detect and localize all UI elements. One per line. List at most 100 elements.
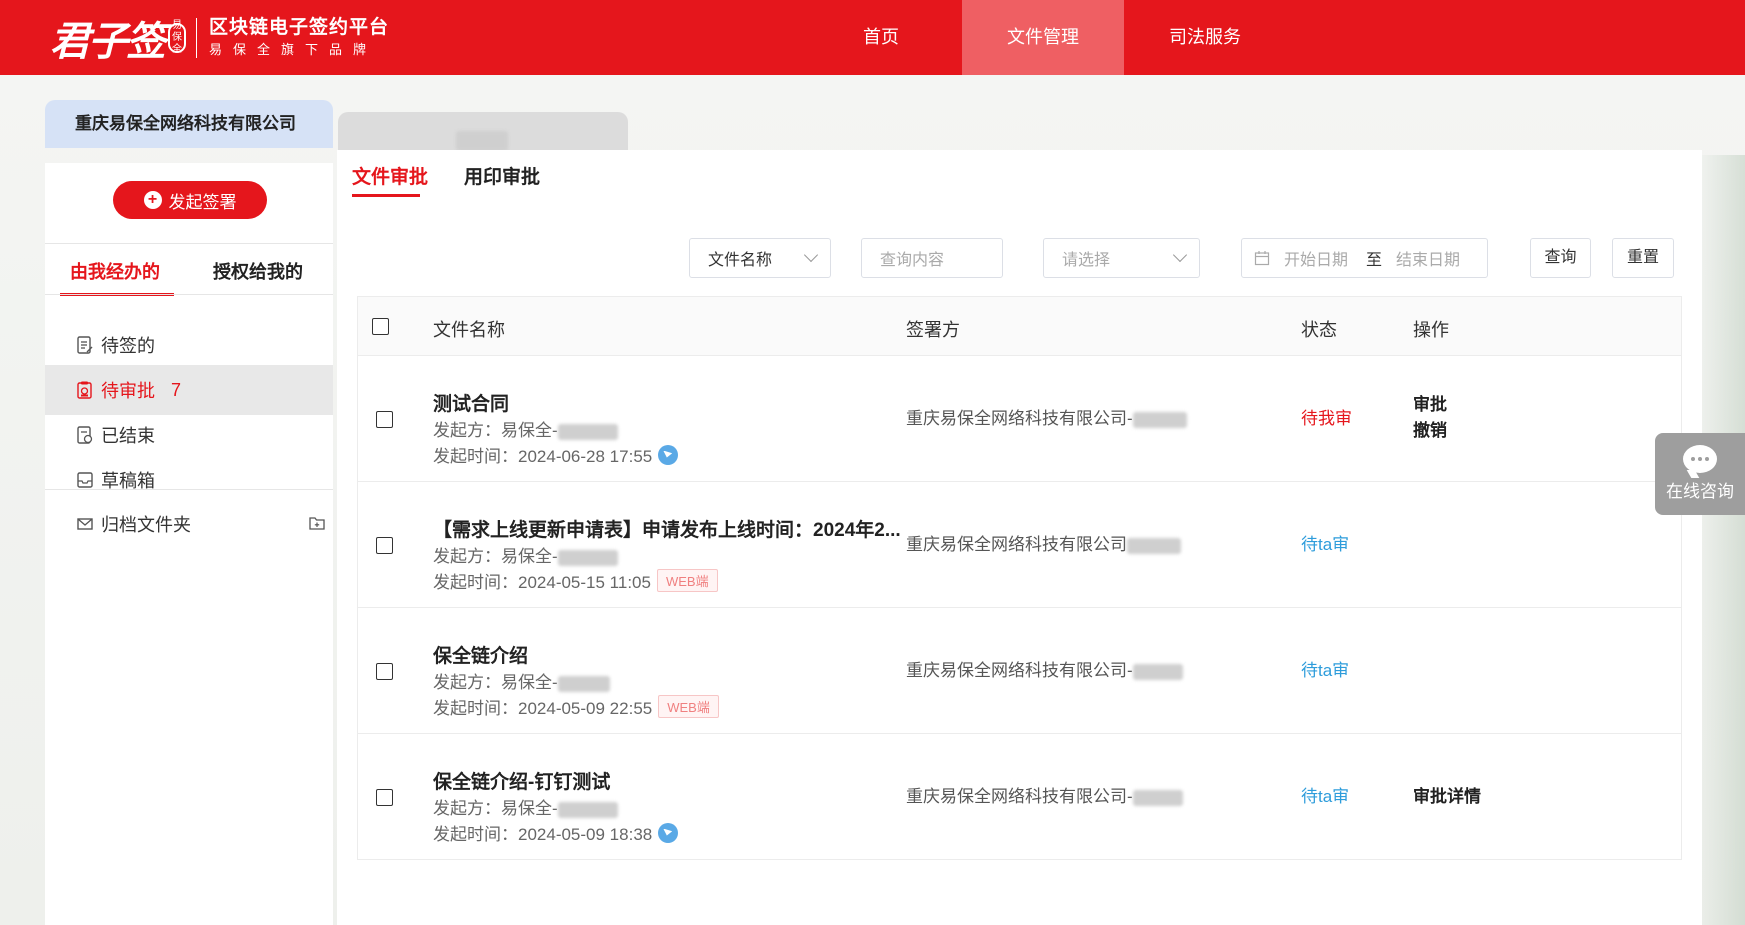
document-time: 发起时间：2024-06-28 17:55 [433,442,679,467]
approval-details-link[interactable]: 审批详情 [1413,782,1481,807]
sender-text: 发起方：易保全- [433,547,558,566]
row-checkbox[interactable] [376,411,393,428]
logo-divider [196,18,197,58]
tab-authorized-to-me[interactable]: 授权给我的 [213,258,303,284]
document-time: 发起时间：2024-05-15 11:05 WEB端 [433,568,718,593]
nav-home[interactable]: 首页 [800,0,962,75]
menu-item-label: 归档文件夹 [101,515,191,535]
tab-handled-by-me[interactable]: 由我经办的 [70,258,160,284]
company-tab-active[interactable]: 重庆易保全网络科技有限公司 [45,100,333,148]
main-panel: 文件审批 用印审批 文件名称 查询内容 请选择 开始日期 至 结束日期 查询 重… [337,150,1702,925]
new-sign-label: 发起签署 [168,192,237,212]
mail-icon [77,518,93,530]
field-select-value: 文件名称 [708,252,773,269]
document-sender: 发起方：易保全- [433,542,618,567]
document-sender: 发起方：易保全- [433,794,618,819]
menu-item-label: 待审批 [101,381,155,401]
status-badge: 待ta审 [1301,661,1350,680]
search-button[interactable]: 查询 [1530,238,1591,278]
column-header-name: 文件名称 [433,320,505,340]
reset-button[interactable]: 重置 [1612,238,1674,278]
divider [45,294,333,295]
menu-item-finished[interactable]: 已结束 [45,410,333,460]
add-folder-icon[interactable] [309,517,325,530]
nav-judicial-service[interactable]: 司法服务 [1124,0,1286,75]
plus-circle-icon: + [143,191,162,209]
table-header: 文件名称 签署方 状态 操作 [357,296,1682,356]
revoke-link[interactable]: 撤销 [1413,416,1447,441]
time-text: 发起时间：2024-05-09 18:38 [433,825,653,844]
time-text: 发起时间：2024-06-28 17:55 [433,447,653,466]
sender-text: 发起方：易保全- [433,673,558,692]
menu-item-to-sign[interactable]: 待签的 [45,320,333,370]
drafts-icon [77,472,93,488]
table-row: 测试合同 发起方：易保全- 发起时间：2024-06-28 17:55 重庆易保… [357,356,1682,482]
nav-file-management[interactable]: 文件管理 [962,0,1124,75]
signing-party: 重庆易保全网络科技有限公司- [906,656,1183,681]
document-sender: 发起方：易保全- [433,416,618,441]
query-input[interactable]: 查询内容 [861,238,1003,278]
menu-item-pending-approval[interactable]: 待审批 7 [45,365,333,415]
table-row: 保全链介绍 发起方：易保全- 发起时间：2024-05-09 22:55 WEB端… [357,608,1682,734]
source-tag: WEB端 [658,695,719,718]
select-all-checkbox[interactable] [372,318,389,335]
redacted-name [1132,663,1183,680]
party-text: 重庆易保全网络科技有限公司 [906,535,1127,554]
dingtalk-icon [658,444,679,465]
divider [45,243,333,244]
main-nav: 首页 文件管理 司法服务 [800,0,1286,75]
signing-party: 重庆易保全网络科技有限公司 [906,530,1181,555]
calendar-icon [1254,251,1270,266]
redacted-name [557,549,618,566]
redacted-name [557,801,618,818]
table-row: 【需求上线更新申请表】申请发布上线时间：2024年2... 发起方：易保全- 发… [357,482,1682,608]
row-checkbox[interactable] [376,663,393,680]
document-time: 发起时间：2024-05-09 22:55 WEB端 [433,694,719,719]
date-range-separator: 至 [1366,252,1383,269]
document-name-link[interactable]: 【需求上线更新申请表】申请发布上线时间：2024年2... [433,515,901,542]
document-name-link[interactable]: 保全链介绍 [433,641,528,668]
row-checkbox[interactable] [376,537,393,554]
date-range-picker[interactable]: 开始日期 至 结束日期 [1241,238,1488,278]
logo[interactable]: 君子签 易保全 区块链电子签约平台 易保全旗下品牌 [50,10,389,66]
online-consult-button[interactable]: 在线咨询 [1655,433,1745,515]
status-badge: 待ta审 [1301,535,1350,554]
status-placeholder: 请选择 [1062,252,1111,269]
sidebar: + 发起签署 由我经办的 授权给我的 待签的 待审批 7 已结束 草稿箱 归档文… [45,163,333,925]
logo-seal-text: 易保全 [172,20,182,55]
new-sign-button[interactable]: + 发起签署 [113,181,267,219]
menu-item-drafts[interactable]: 草稿箱 [45,455,333,505]
approve-link[interactable]: 审批 [1413,390,1447,415]
company-tab-second[interactable] [338,112,628,151]
top-bar: 君子签 易保全 区块链电子签约平台 易保全旗下品牌 首页 文件管理 司法服务 [0,0,1745,75]
tab-seal-approval[interactable]: 用印审批 [464,162,540,189]
tab-file-approval[interactable]: 文件审批 [352,162,428,189]
redacted-name [557,675,610,692]
pending-count-badge: 7 [171,379,182,400]
dingtalk-icon [658,822,679,843]
document-name-link[interactable]: 保全链介绍-钉钉测试 [433,767,610,794]
column-header-actions: 操作 [1413,320,1449,340]
divider [45,489,333,490]
logo-text: 区块链电子签约平台 易保全旗下品牌 [209,16,389,60]
query-placeholder: 查询内容 [880,252,945,269]
menu-item-label: 已结束 [101,426,155,446]
document-name-link[interactable]: 测试合同 [433,389,509,416]
logo-seal-icon: 易保全 [168,20,186,55]
platform-subtitle: 易保全旗下品牌 [209,42,378,57]
status-badge: 待ta审 [1301,787,1350,806]
signing-party: 重庆易保全网络科技有限公司- [906,404,1187,429]
redacted-name [1127,537,1181,554]
status-select[interactable]: 请选择 [1043,238,1200,278]
platform-title: 区块链电子签约平台 [209,17,390,38]
menu-item-label: 待签的 [101,336,155,356]
status-badge: 待我审 [1301,409,1352,428]
finished-doc-icon [77,426,93,444]
redacted-company-name [456,130,508,151]
source-tag: WEB端 [656,569,718,592]
row-checkbox[interactable] [376,789,393,806]
end-date-placeholder: 结束日期 [1396,252,1461,269]
field-select[interactable]: 文件名称 [689,238,831,278]
document-time: 发起时间：2024-05-09 18:38 [433,820,679,845]
menu-item-archive-folder[interactable]: 归档文件夹 [45,499,333,549]
